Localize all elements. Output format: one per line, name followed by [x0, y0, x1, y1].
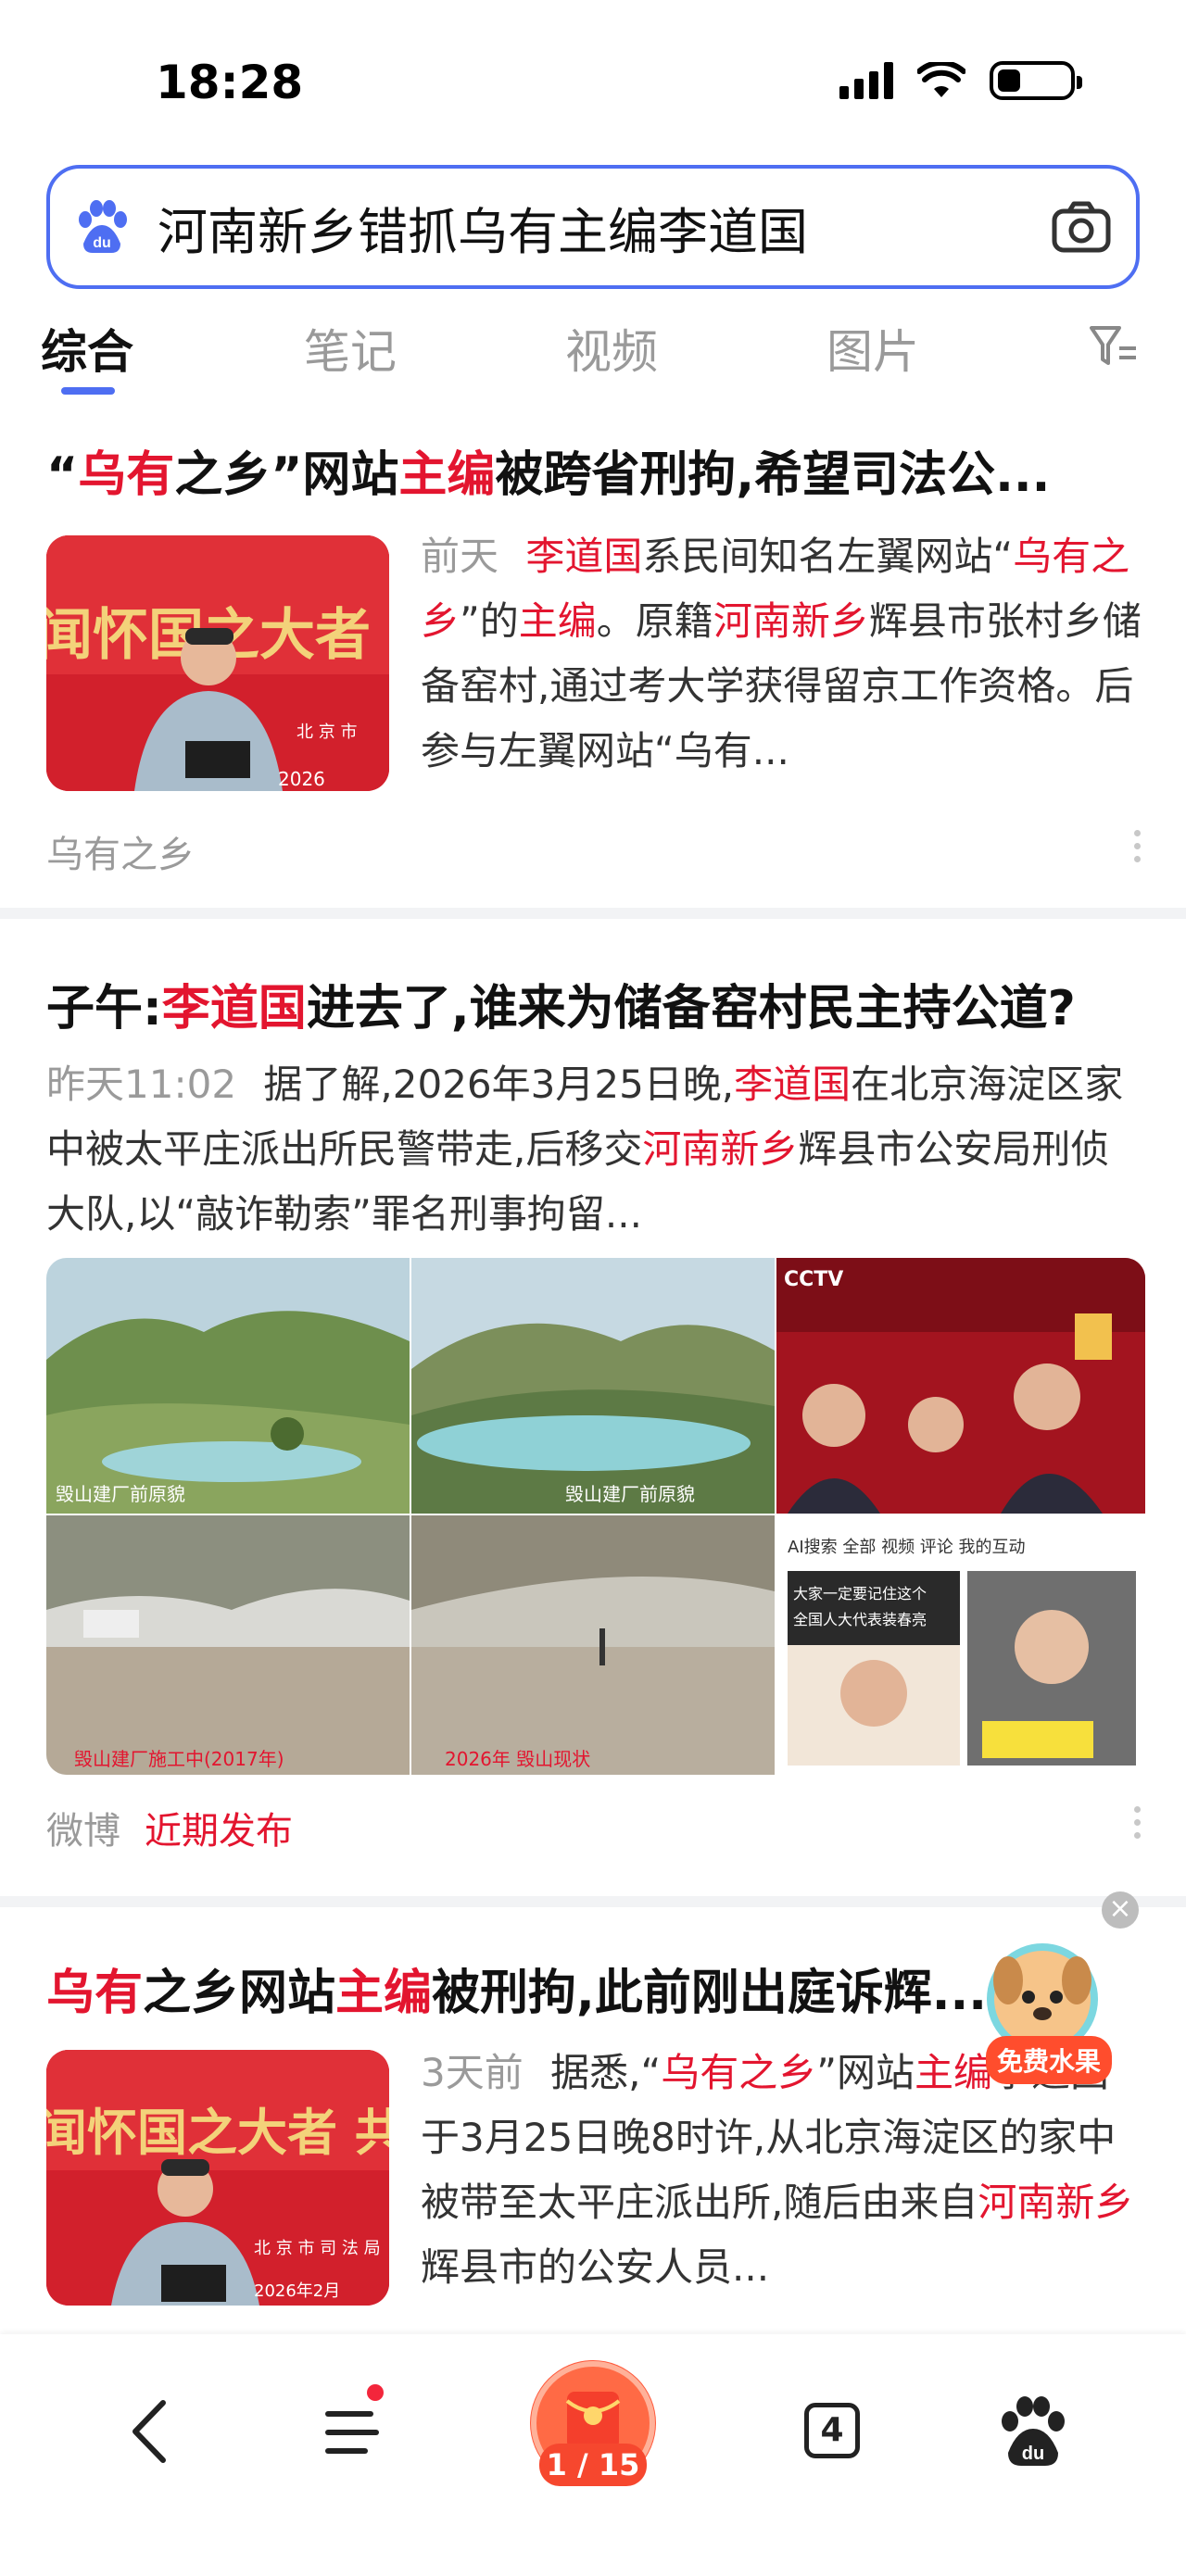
svg-text:大家一定要记住这个: 大家一定要记住这个: [793, 1585, 927, 1602]
divider: [0, 1896, 1186, 1907]
tab-count: 4: [804, 2403, 860, 2458]
wifi-icon: [917, 62, 965, 97]
svg-text:du: du: [93, 235, 111, 251]
tab-underline: [61, 387, 115, 395]
svg-text:du: du: [1022, 2444, 1044, 2464]
notification-dot: [367, 2384, 384, 2401]
status-icons: [839, 61, 1082, 100]
result-title[interactable]: 子午:李道国进去了,谁来为储备窑村民主持公道?: [46, 969, 1158, 1038]
search-input[interactable]: 河南新乡错抓乌有主编李道国: [158, 191, 1049, 264]
svg-text:北 京 市 司 法 局: 北 京 市 司 法 局: [254, 2239, 381, 2258]
divider: [0, 908, 1186, 919]
svg-text:毁山建厂前原貌: 毁山建厂前原貌: [56, 1483, 185, 1505]
tab-video[interactable]: 视频: [565, 315, 658, 382]
tab-notes[interactable]: 笔记: [304, 315, 397, 382]
tab-images[interactable]: 图片: [826, 315, 919, 382]
signal-icon: [839, 62, 893, 99]
svg-text:闻怀国之大者 共绘: 闻怀国之大者 共绘: [46, 2103, 389, 2162]
svg-text:全国人大代表装春亮: 全国人大代表装春亮: [793, 1611, 927, 1628]
filter-icon[interactable]: [1088, 320, 1140, 372]
baidu-paw-icon: du: [79, 200, 127, 253]
bottom-nav: 1 / 15 4 du: [0, 2334, 1186, 2576]
free-fruit-label[interactable]: 免费水果: [986, 2036, 1113, 2084]
search-box[interactable]: du 河南新乡错抓乌有主编李道国: [46, 165, 1140, 289]
more-options-icon[interactable]: [1132, 830, 1142, 867]
recent-badge: 近期发布: [145, 1810, 293, 1853]
result-source[interactable]: 微博 近期发布: [46, 1801, 293, 1854]
svg-text:AI搜索 全部 视频 评论 我的互动: AI搜索 全部 视频 评论 我的互动: [788, 1538, 1026, 1557]
search-result-1[interactable]: “乌有之乡”网站主编被跨省刑拘,希望司法公... 闻怀国之大者 北 京 市 20…: [0, 408, 1186, 908]
baidu-paw-home-icon[interactable]: du: [991, 2390, 1075, 2473]
menu-icon[interactable]: [315, 2384, 398, 2473]
result-thumbnail[interactable]: 闻怀国之大者 北 京 市 2026: [46, 535, 389, 791]
result-title[interactable]: 乌有之乡网站主编被刑拘,此前刚出庭诉辉...: [46, 1954, 1010, 2023]
svg-text:CCTV: CCTV: [784, 1268, 843, 1291]
back-arrow-icon[interactable]: [109, 2390, 193, 2473]
battery-icon: [990, 61, 1082, 100]
svg-text:2026年 毁山现状: 2026年 毁山现状: [445, 1748, 590, 1770]
status-bar: 18:28: [0, 0, 1186, 157]
result-title[interactable]: “乌有之乡”网站主编被跨省刑拘,希望司法公...: [46, 435, 1140, 505]
camera-icon[interactable]: [1049, 195, 1114, 259]
result-source[interactable]: 乌有之乡: [46, 824, 195, 878]
more-options-icon[interactable]: [1132, 1806, 1142, 1843]
svg-text:2026: 2026: [278, 768, 325, 790]
svg-text:北 京 市: 北 京 市: [296, 723, 357, 742]
page-counter: 1 / 15: [539, 2444, 647, 2486]
result-tabs: 综合 笔记 视频 图片: [0, 306, 1186, 398]
image-gallery[interactable]: 毁山建厂前原貌 毁山建厂前原貌 毁山建厂施工中(2017年) 2026年 毁山现…: [46, 1258, 1145, 1775]
svg-text:毁山建厂施工中(2017年): 毁山建厂施工中(2017年): [74, 1748, 284, 1770]
close-float-icon[interactable]: ×: [1102, 1891, 1139, 1929]
result-summary: 昨天11:02 据了解,2026年3月25日晚,李道国在北京海淀区家中被太平庄派…: [46, 1062, 1124, 1237]
result-summary: 前天 李道国系民间知名左翼网站“乌有之乡”的主编。原籍河南新乡辉县市张村乡储备窑…: [421, 534, 1142, 773]
result-thumbnail[interactable]: 闻怀国之大者 共绘 北 京 市 司 法 局 2026年2月: [46, 2050, 389, 2306]
tab-all[interactable]: 综合: [41, 315, 133, 382]
tabs-button[interactable]: 4: [793, 2390, 877, 2473]
svg-text:毁山建厂前原貌: 毁山建厂前原貌: [565, 1483, 695, 1505]
svg-text:2026年2月: 2026年2月: [254, 2281, 340, 2301]
status-time: 18:28: [156, 56, 304, 109]
